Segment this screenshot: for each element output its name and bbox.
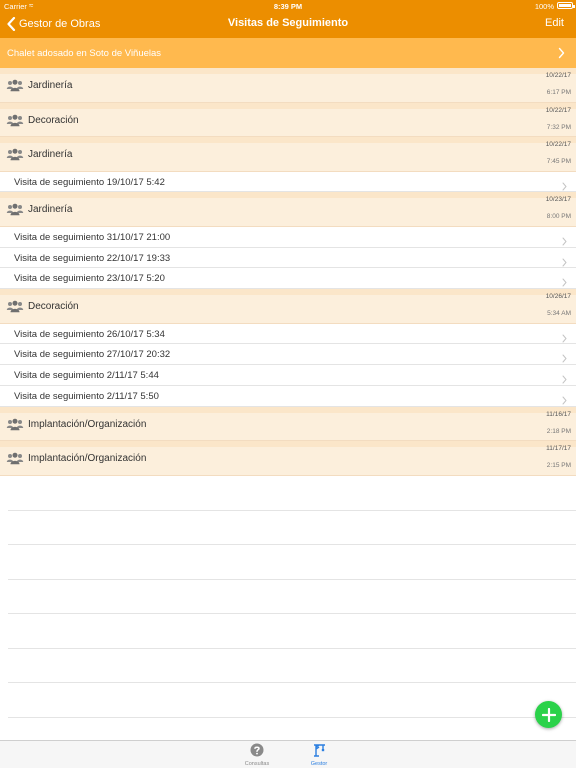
category-header-row: Jardinería 10/22/17 7:45 PM [0,137,576,172]
chevron-right-icon [558,47,565,59]
category-header-row: Jardinería 10/23/17 8:00 PM [0,192,576,227]
users-icon [6,418,24,431]
visit-row[interactable]: Visita de seguimiento 27/10/17 20:32 [0,344,576,366]
chevron-right-icon [562,371,567,384]
visit-row[interactable]: Visita de seguimiento 26/10/17 5:34 [0,323,576,345]
empty-row [8,614,576,649]
category-header-row: Jardinería 10/22/17 6:17 PM [0,68,576,103]
category-time: 7:32 PM [546,123,571,131]
category-time: 7:45 PM [546,158,571,165]
visit-label: Visita de seguimiento 19/10/17 5:42 [14,176,165,188]
tab-consultas[interactable]: Consultas [227,743,287,768]
users-icon [6,79,24,92]
empty-table-lines [8,476,576,718]
category-label: Jardinería [28,80,73,91]
visit-row[interactable]: Visita de seguimiento 19/10/17 5:42 [0,171,576,193]
category-header-row: Decoración 10/22/17 7:32 PM [0,102,576,137]
chevron-right-icon [562,274,567,287]
project-selector[interactable]: Chalet adosado en Soto de Viñuelas [0,38,576,68]
empty-row [8,683,576,718]
tab-gestor-label: Gestor [310,761,328,767]
category-date: 10/23/17 [545,196,571,204]
empty-row [8,545,576,580]
category-date: 10/22/17 [545,141,571,148]
empty-row [8,580,576,614]
users-icon [6,203,24,216]
tab-bar: Consultas Gestor [0,740,576,768]
crane-icon [314,744,325,757]
tab-gestor[interactable]: Gestor [289,743,349,768]
category-time: 6:17 PM [546,89,571,96]
chevron-right-icon [562,233,567,246]
back-button-label: Gestor de Obras [19,18,101,30]
category-label: Implantación/Organización [28,453,147,465]
visit-label: Visita de seguimiento 22/10/17 19:33 [14,252,171,264]
category-date: 10/22/17 [545,72,571,79]
visit-row[interactable]: Visita de seguimiento 2/11/17 5:44 [0,365,576,387]
question-icon [250,743,264,757]
visits-list: Jardinería 10/22/17 6:17 PM Decoración 10/22… [0,68,576,476]
category-time: 2:18 PM [546,427,571,435]
category-header-row: Implantación/Organización 11/16/17 2:18 PM [0,406,576,442]
status-time: 8:39 PM [273,2,303,11]
visit-row[interactable]: Visita de seguimiento 23/10/17 5:20 [0,268,576,290]
visit-label: Visita de seguimiento 26/10/17 5:34 [14,328,165,340]
visit-label: Visita de seguimiento 2/11/17 5:44 [14,370,159,382]
tab-consultas-label: Consultas [244,761,270,767]
chevron-right-icon [562,178,567,190]
category-date: 10/26/17 [545,293,571,301]
chevron-right-icon [562,330,567,343]
chevron-right-icon [562,392,567,405]
users-icon [6,114,24,127]
category-label: Implantación/Organización [28,418,147,430]
category-label: Jardinería [28,149,73,160]
category-header-row: Implantación/Organización 11/17/17 2:15 PM [0,441,576,476]
category-date: 10/22/17 [545,106,571,114]
category-date: 11/16/17 [546,410,571,418]
users-icon [6,452,24,465]
category-time: 2:15 PM [546,462,571,470]
visit-label: Visita de seguimiento 31/10/17 21:00 [14,231,171,243]
status-bar: Carrier ≈ 8:39 PM 100% [0,0,576,12]
category-time: 8:00 PM [546,213,571,221]
visit-label: Visita de seguimiento 23/10/17 5:20 [14,273,165,285]
category-label: Jardinería [28,204,73,216]
add-visit-button[interactable] [535,701,562,728]
category-header-row: Decoración 10/26/17 5:34 AM [0,289,576,324]
visit-row[interactable]: Visita de seguimiento 22/10/17 19:33 [0,247,576,269]
chevron-right-icon [562,350,567,363]
empty-row [8,476,576,511]
users-icon [6,300,24,313]
empty-row [8,511,576,545]
visit-label: Visita de seguimiento 27/10/17 20:32 [14,349,171,361]
empty-row [8,649,576,683]
category-date: 11/17/17 [546,445,571,453]
navigation-header: Carrier ≈ 8:39 PM 100% Gestor de Obras V… [0,0,576,38]
edit-button[interactable]: Edit [545,17,564,29]
battery-icon [557,2,575,9]
category-label: Decoración [28,301,79,313]
visit-row[interactable]: Visita de seguimiento 31/10/17 21:00 [0,226,576,248]
chevron-left-icon [7,17,16,31]
back-button[interactable]: Gestor de Obras [6,15,100,33]
category-time: 5:34 AM [547,310,571,318]
visit-label: Visita de seguimiento 2/11/17 5:50 [14,391,159,403]
battery-percent: 100% [534,2,554,11]
users-icon [6,148,24,161]
category-label: Decoración [28,114,79,126]
plus-icon [541,707,556,722]
visit-row[interactable]: Visita de seguimiento 2/11/17 5:50 [0,386,576,407]
chevron-right-icon [562,254,567,267]
project-name: Chalet adosado en Soto de Viñuelas [7,47,162,59]
